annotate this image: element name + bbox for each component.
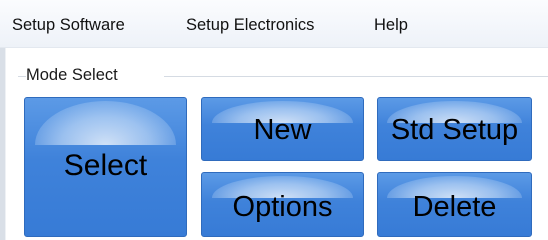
- options-button-label: Options: [232, 191, 333, 223]
- new-button-label: New: [253, 114, 312, 146]
- delete-button-label: Delete: [412, 191, 497, 223]
- delete-button[interactable]: Delete: [377, 172, 532, 237]
- select-button[interactable]: Select: [24, 97, 187, 237]
- window-left-border-highlight: [5, 48, 6, 240]
- menu-setup-electronics[interactable]: Setup Electronics: [186, 15, 314, 35]
- menu-help[interactable]: Help: [374, 15, 408, 35]
- button-gloss: [34, 101, 177, 145]
- group-box-border-left: [18, 76, 26, 77]
- select-button-label: Select: [63, 149, 148, 182]
- std-setup-button-label: Std Setup: [390, 114, 519, 146]
- std-setup-button[interactable]: Std Setup: [377, 97, 532, 161]
- options-button[interactable]: Options: [201, 172, 364, 237]
- new-button[interactable]: New: [201, 97, 364, 161]
- mode-select-group-title: Mode Select: [26, 64, 121, 86]
- app-window: Setup Software Setup Electronics Help Mo…: [0, 0, 548, 240]
- group-box-border: [164, 76, 548, 77]
- menu-bar: Setup Software Setup Electronics Help: [0, 0, 548, 48]
- menu-setup-software[interactable]: Setup Software: [12, 15, 125, 35]
